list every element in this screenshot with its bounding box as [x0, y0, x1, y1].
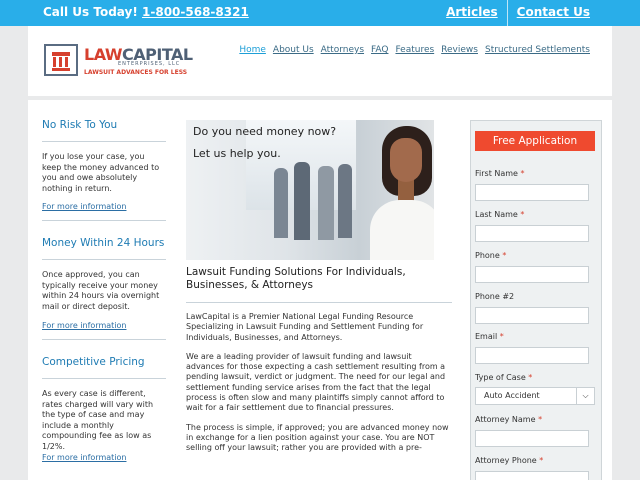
- chevron-down-icon[interactable]: ⌵: [576, 388, 594, 404]
- main-nav: Home About Us Attorneys FAQ Features Rev…: [239, 45, 590, 55]
- more-info-link[interactable]: For more information: [42, 202, 166, 211]
- phone-input[interactable]: [475, 266, 589, 283]
- application-form: Free Application First Name * Last Name …: [470, 120, 602, 480]
- phone-link[interactable]: 1-800-568-8321: [142, 5, 249, 19]
- sidebar-block-no-risk: No Risk To You If you lose your case, yo…: [42, 119, 166, 221]
- nav-about-us[interactable]: About Us: [273, 45, 314, 55]
- divider: [42, 259, 166, 260]
- courthouse-icon: [44, 44, 78, 76]
- attorney-name-input[interactable]: [475, 430, 589, 447]
- nav-structured-settlements[interactable]: Structured Settlements: [485, 45, 590, 55]
- case-type-value: Auto Accident: [484, 391, 540, 400]
- attorney-phone-label: Attorney Phone *: [475, 456, 544, 465]
- sidebar-block-title: Competitive Pricing: [42, 356, 145, 368]
- contact-us-link[interactable]: Contact Us: [511, 0, 596, 26]
- case-type-label: Type of Case *: [475, 373, 533, 382]
- sidebar-block-title: No Risk To You: [42, 119, 118, 131]
- nav-reviews[interactable]: Reviews: [441, 45, 478, 55]
- nav-attorneys[interactable]: Attorneys: [321, 45, 364, 55]
- attorney-phone-input[interactable]: [475, 471, 589, 480]
- divider: [42, 339, 166, 340]
- top-links: Articles Contact Us: [440, 0, 596, 26]
- form-title: Free Application: [475, 131, 595, 151]
- case-type-select[interactable]: Auto Accident ⌵: [475, 387, 595, 405]
- top-link-divider: [506, 0, 508, 26]
- nav-home[interactable]: Home: [239, 45, 266, 55]
- content-area: No Risk To You If you lose your case, yo…: [28, 100, 612, 480]
- main-paragraph: We are a leading provider of lawsuit fun…: [186, 351, 446, 413]
- main-column: Do you need money now? Let us help you. …: [186, 120, 454, 454]
- call-us: Call Us Today! 1-800-568-8321: [43, 5, 249, 19]
- last-name-input[interactable]: [475, 225, 589, 242]
- phone-label: Phone *: [475, 251, 507, 260]
- divider: [42, 220, 166, 221]
- sidebar-block-pricing: Competitive Pricing As every case is dif…: [42, 356, 166, 462]
- email-input[interactable]: [475, 347, 589, 364]
- divider: [42, 141, 166, 142]
- divider: [186, 302, 452, 303]
- divider: [42, 378, 166, 379]
- sidebar-block-text: As every case is different, rates charge…: [42, 389, 154, 451]
- site-header: LAWCAPITAL ENTERPRISES, LLC LAWSUIT ADVA…: [28, 26, 612, 96]
- phone2-label: Phone #2: [475, 292, 515, 301]
- sidebar-block-text: If you lose your case, you keep the mone…: [42, 152, 160, 193]
- sidebar-block-text: Once approved, you can typically receive…: [42, 270, 160, 311]
- first-name-input[interactable]: [475, 184, 589, 201]
- phone2-input[interactable]: [475, 307, 589, 324]
- first-name-label: First Name *: [475, 169, 525, 178]
- last-name-label: Last Name *: [475, 210, 525, 219]
- logo-subtitle: ENTERPRISES, LLC: [118, 61, 181, 67]
- hero-line-2: Let us help you.: [193, 147, 281, 160]
- articles-link[interactable]: Articles: [440, 0, 504, 26]
- nav-features[interactable]: Features: [395, 45, 434, 55]
- sidebar-block-money-24h: Money Within 24 Hours Once approved, you…: [42, 237, 166, 340]
- logo-tagline: LAWSUIT ADVANCES FOR LESS: [84, 69, 188, 76]
- logo[interactable]: LAWCAPITAL ENTERPRISES, LLC LAWSUIT ADVA…: [44, 44, 194, 78]
- top-bar: Call Us Today! 1-800-568-8321 Articles C…: [0, 0, 640, 26]
- email-label: Email *: [475, 332, 504, 341]
- hero-image: Do you need money now? Let us help you.: [186, 120, 434, 260]
- sidebar-block-title: Money Within 24 Hours: [42, 237, 165, 249]
- main-paragraph: The process is simple, if approved; you …: [186, 422, 449, 453]
- call-label: Call Us Today!: [43, 5, 138, 19]
- main-paragraph: LawCapital is a Premier National Legal F…: [186, 312, 424, 342]
- hero-line-1: Do you need money now?: [193, 125, 337, 138]
- more-info-link[interactable]: For more information: [42, 321, 166, 330]
- nav-faq[interactable]: FAQ: [371, 45, 388, 55]
- main-heading: Lawsuit Funding Solutions For Individual…: [186, 266, 406, 291]
- attorney-name-label: Attorney Name *: [475, 415, 543, 424]
- more-info-link[interactable]: For more information: [42, 453, 166, 462]
